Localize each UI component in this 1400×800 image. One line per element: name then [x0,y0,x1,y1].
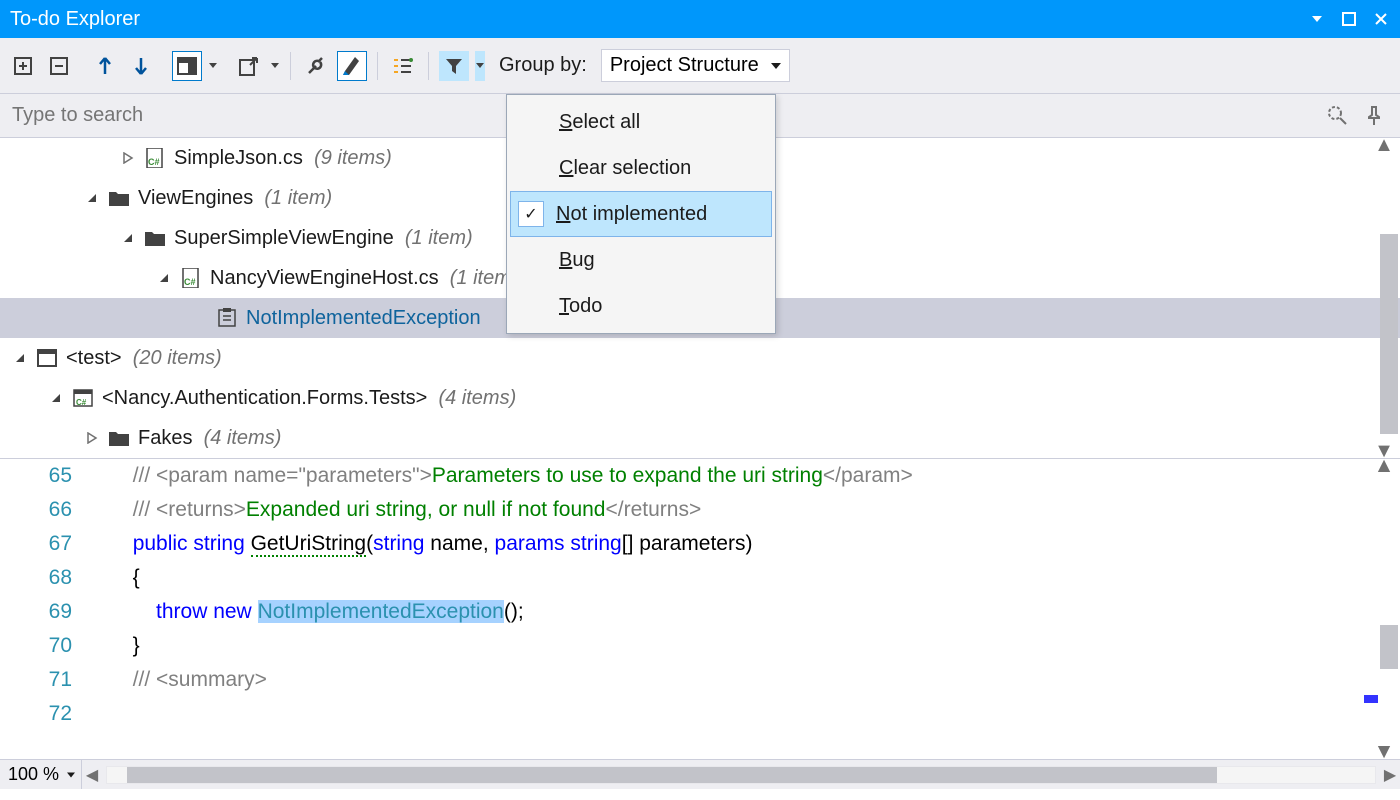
filter-button[interactable] [439,51,469,81]
tree-count: (1 item) [264,187,332,210]
hscroll-left-icon[interactable]: ◀ [82,766,102,784]
tree-label: <test> [66,347,122,370]
close-icon[interactable] [1372,10,1390,28]
tree-expander-icon[interactable] [84,190,100,206]
tree-expander-icon[interactable] [156,270,172,286]
menu-item[interactable]: Bug [507,237,775,283]
previous-item-button[interactable] [90,51,120,81]
menu-item[interactable]: ✓ Not implemented [510,191,772,237]
tree-label: Fakes [138,427,192,450]
tree-scroll-thumb[interactable] [1380,234,1398,434]
search-options-icon[interactable] [1324,102,1352,130]
maximize-icon[interactable] [1340,10,1358,28]
tree-count: (4 items) [438,387,516,410]
export-button[interactable] [234,51,264,81]
csproject-icon: C# [72,387,94,409]
filter-dropdown-menu: Select all Clear selection ✓ Not implemente… [506,94,776,334]
groupby-label: Group by: [499,54,587,77]
pin-icon[interactable] [1360,102,1388,130]
tree-count: (9 items) [314,147,392,170]
filter-options-button[interactable] [388,51,418,81]
tree-expander-icon[interactable] [48,390,64,406]
folder-icon [144,227,166,249]
code-scroll-down-icon[interactable]: ▼ [1374,745,1394,759]
tree-label: SuperSimpleViewEngine [174,227,394,250]
tree-scroll-up-icon[interactable]: ▲ [1374,138,1394,152]
zoom-select[interactable]: 100 % [0,760,82,789]
check-icon: ✓ [518,201,544,227]
svg-text:C#: C# [184,277,196,287]
menu-label: Bug [559,249,595,272]
tree-scrollbar[interactable] [1378,154,1400,442]
csfile-icon: C# [180,267,202,289]
tree-label: NotImplementedException [246,307,481,330]
code-scroll-thumb[interactable] [1380,625,1398,669]
highlight-button[interactable] [337,51,367,81]
horizontal-scrollbar[interactable] [106,766,1376,784]
filter-dropdown-icon[interactable] [475,51,485,81]
svg-text:C#: C# [76,398,87,407]
tree-row[interactable]: <test> (20 items) [0,338,1400,378]
window-title: To-do Explorer [10,8,140,31]
settings-button[interactable] [301,51,331,81]
zoom-value: 100 % [8,764,59,785]
tree-expander-icon[interactable] [120,230,136,246]
tree-label: NancyViewEngineHost.cs [210,267,439,290]
tree-count: (20 items) [133,347,222,370]
preview-dropdown-icon[interactable] [208,51,218,81]
folder-icon [108,427,130,449]
tree-expander-icon[interactable] [120,150,136,166]
code-gutter: 6566676869707172 [0,459,86,759]
folder-icon [108,187,130,209]
code-content: /// <param name="parameters">Parameters … [86,459,1400,759]
tree-expander-icon [192,310,208,326]
hscroll-right-icon[interactable]: ▶ [1380,766,1400,784]
tree-row[interactable]: C# <Nancy.Authentication.Forms.Tests> (4 … [0,378,1400,418]
tree-expander-icon[interactable] [84,430,100,446]
menu-item[interactable]: Select all [507,99,775,145]
window-menu-icon[interactable] [1308,10,1326,28]
svg-text:C#: C# [148,157,160,167]
code-preview: 6566676869707172 /// <param name="parame… [0,459,1400,759]
status-bar: 100 % ◀ ▶ [0,759,1400,789]
show-preview-button[interactable] [172,51,202,81]
collapse-all-button[interactable] [44,51,74,81]
code-marker-icon[interactable] [1364,695,1378,703]
toolbar-separator [377,52,378,80]
tree-count: (1 item) [405,227,473,250]
export-dropdown-icon[interactable] [270,51,280,81]
todo-icon [216,307,238,329]
code-scroll-up-icon[interactable]: ▲ [1374,459,1394,473]
toolbar: Group by: Project Structure [0,38,1400,94]
menu-item[interactable]: Clear selection [507,145,775,191]
tree-label: <Nancy.Authentication.Forms.Tests> [102,387,427,410]
tree-count: (4 items) [204,427,282,450]
menu-label: Clear selection [559,157,691,180]
toolbar-separator [428,52,429,80]
groupby-select[interactable]: Project Structure [601,49,790,82]
hscroll-thumb[interactable] [127,767,1217,783]
titlebar: To-do Explorer [0,0,1400,38]
expand-all-button[interactable] [8,51,38,81]
menu-label: Todo [559,295,602,318]
project-icon [36,347,58,369]
window-controls [1308,10,1390,28]
toolbar-separator [290,52,291,80]
tree-row[interactable]: Fakes (4 items) [0,418,1400,458]
menu-label: Select all [559,111,640,134]
tree-expander-icon[interactable] [12,350,28,366]
code-scrollbar[interactable] [1378,473,1400,745]
tree-label: SimpleJson.cs [174,147,303,170]
menu-label: Not implemented [556,203,707,226]
tree-label: ViewEngines [138,187,253,210]
next-item-button[interactable] [126,51,156,81]
groupby-value: Project Structure [610,54,759,76]
csfile-icon: C# [144,147,166,169]
menu-item[interactable]: Todo [507,283,775,329]
